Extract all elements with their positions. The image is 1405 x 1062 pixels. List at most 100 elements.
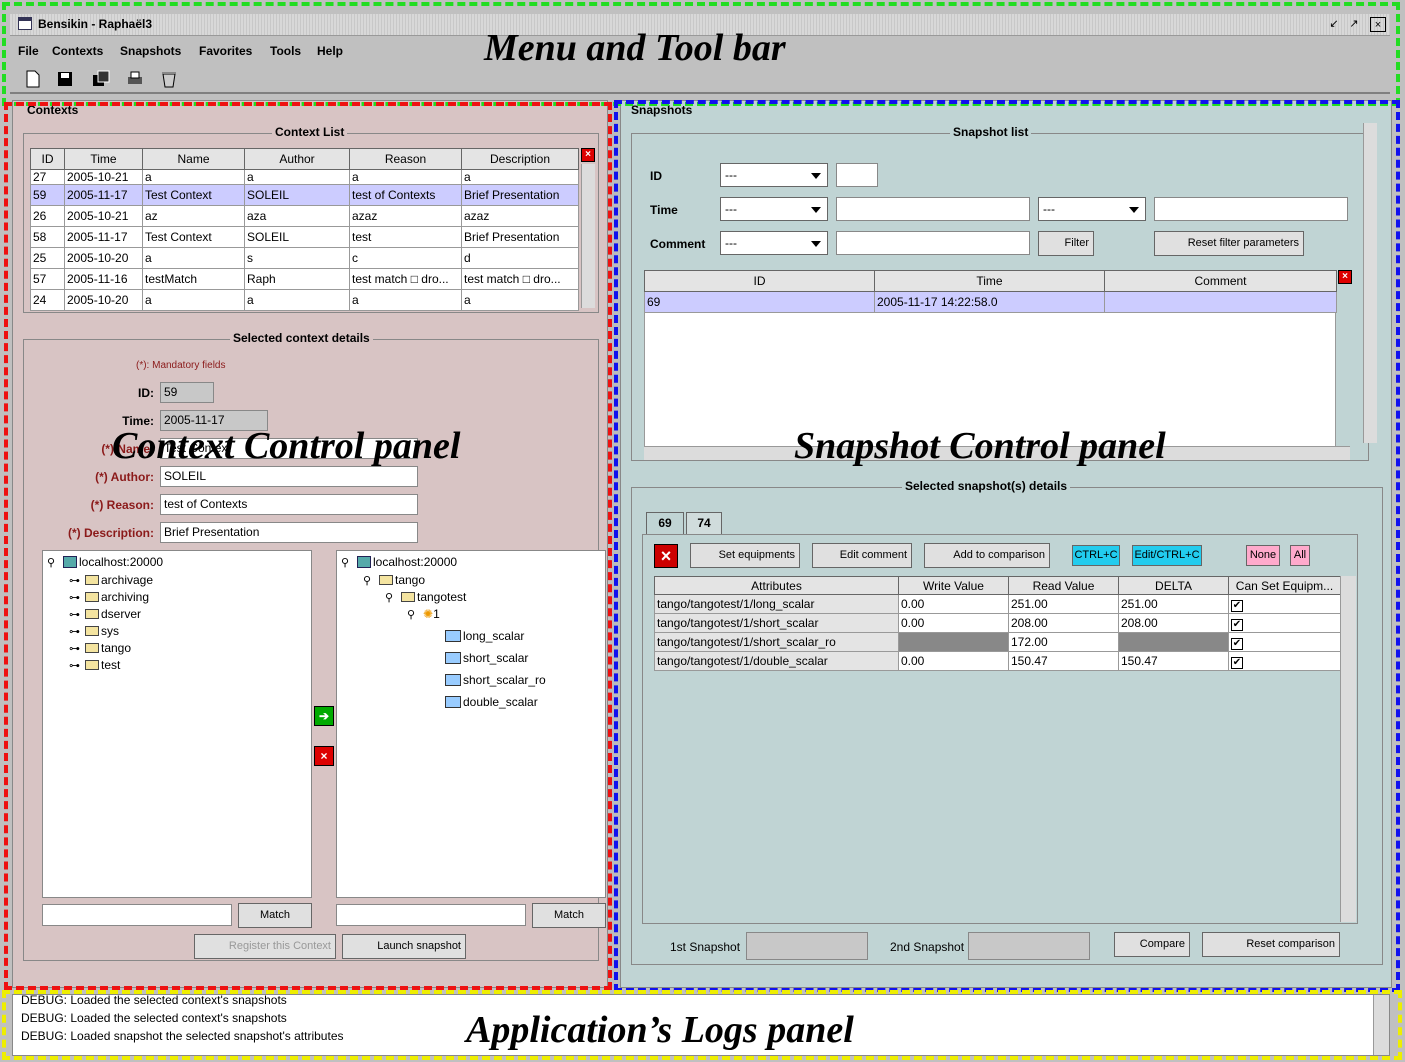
available-attributes-tree[interactable]: ⚲ localhost:20000 ⊶ archivage ⊶ archiving ⊶… (42, 550, 312, 898)
select-none-button[interactable]: None (1246, 545, 1280, 566)
maximize-icon[interactable]: ↗ (1346, 17, 1362, 32)
col-name[interactable]: Name (142, 148, 245, 170)
menu-file[interactable]: File (18, 44, 39, 58)
reset-filter-button[interactable]: Reset filter parameters (1154, 231, 1304, 256)
menu-tools[interactable]: Tools (270, 44, 301, 58)
close-snapshot-table-icon[interactable]: × (1338, 270, 1352, 284)
table-row[interactable]: 27 2005-10-21 a a a a (30, 169, 579, 185)
col-reason[interactable]: Reason (349, 148, 462, 170)
checkbox[interactable]: ✔ (1231, 656, 1243, 669)
context-attributes-tree[interactable]: ⚲ localhost:20000 ⚲ tango ⚲ tangotest ⚲ ✺1 l… (336, 550, 606, 898)
tree-node[interactable]: ⊶ sys (69, 624, 119, 638)
delete-snapshot-icon[interactable]: × (654, 544, 678, 568)
filter-id-input[interactable] (836, 163, 878, 187)
print-icon[interactable] (126, 70, 144, 88)
new-file-icon[interactable] (24, 70, 42, 88)
tab-snapshot-69[interactable]: 69 (646, 512, 684, 534)
table-row[interactable]: tango/tangotest/1/short_scalar_ro 172.00 ✔ (654, 632, 1341, 652)
table-row[interactable]: tango/tangotest/1/long_scalar 0.00 251.00 2… (654, 594, 1341, 614)
table-row[interactable]: tango/tangotest/1/short_scalar 0.00 208.00… (654, 613, 1341, 633)
col-author[interactable]: Author (244, 148, 350, 170)
table-row[interactable]: 25 2005-10-20 a s c d (30, 247, 579, 269)
remove-attribute-icon[interactable]: × (314, 746, 334, 766)
table-row[interactable]: tango/tangotest/1/double_scalar 0.00 150.4… (654, 651, 1341, 671)
tree-node[interactable]: ⚲ tango (363, 573, 425, 587)
tree-node[interactable]: ⊶ dserver (69, 607, 141, 621)
table-row[interactable]: 24 2005-10-20 a a a a (30, 289, 579, 311)
select-all-button[interactable]: All (1290, 545, 1310, 566)
col-can-set-equipment[interactable]: Can Set Equipm... (1228, 576, 1341, 595)
reset-comparison-button[interactable]: Reset comparison (1202, 932, 1340, 957)
left-match-input[interactable] (42, 904, 232, 926)
tab-snapshot-74[interactable]: 74 (686, 512, 722, 534)
tree-leaf[interactable]: short_scalar (445, 651, 528, 665)
table-row[interactable]: 57 2005-11-16 testMatch Raph test match □ dr… (30, 268, 579, 290)
compare-button[interactable]: Compare (1114, 932, 1190, 957)
tree-leaf[interactable]: short_scalar_ro (445, 673, 546, 687)
tree-node[interactable]: ⚲ ✺1 (407, 607, 440, 621)
table-row[interactable]: 69 2005-11-17 14:22:58.0 (644, 291, 1337, 313)
tree-node[interactable]: ⊶ archivage (69, 573, 153, 587)
col-read-value[interactable]: Read Value (1008, 576, 1119, 595)
close-icon[interactable]: × (1370, 17, 1386, 32)
tree-leaf[interactable]: double_scalar (445, 695, 538, 709)
tree-node[interactable]: ⊶ tango (69, 641, 131, 655)
col-write-value[interactable]: Write Value (898, 576, 1009, 595)
logs-scrollbar[interactable] (1373, 995, 1389, 1055)
set-equipments-button[interactable]: Set equipments (690, 543, 800, 568)
menu-favorites[interactable]: Favorites (199, 44, 252, 58)
checkbox[interactable]: ✔ (1231, 618, 1243, 631)
table-row[interactable]: 58 2005-11-17 Test Context SOLEIL test Brief … (30, 226, 579, 248)
checkbox[interactable]: ✔ (1231, 599, 1243, 612)
col-snap-id[interactable]: ID (644, 270, 875, 292)
filter-id-operator[interactable]: --- (720, 163, 828, 187)
menu-help[interactable]: Help (317, 44, 343, 58)
filter-time-input-2[interactable] (1154, 197, 1348, 221)
filter-time-operator-2[interactable]: --- (1038, 197, 1146, 221)
launch-snapshot-button[interactable]: Launch snapshot (342, 934, 466, 959)
right-match-button[interactable]: Match (532, 903, 606, 928)
save-all-icon[interactable] (92, 70, 110, 88)
tree-leaf[interactable]: long_scalar (445, 629, 524, 643)
edit-comment-button[interactable]: Edit comment (812, 543, 912, 568)
col-snap-time[interactable]: Time (874, 270, 1105, 292)
ctrl-c-button[interactable]: CTRL+C (1072, 545, 1120, 566)
filter-comment-input[interactable] (836, 231, 1030, 255)
tree-node[interactable]: ⚲ tangotest (385, 590, 466, 604)
left-match-button[interactable]: Match (238, 903, 312, 928)
col-description[interactable]: Description (461, 148, 579, 170)
filter-time-operator-1[interactable]: --- (720, 197, 828, 221)
col-time[interactable]: Time (64, 148, 143, 170)
tree-node[interactable]: ⊶ test (69, 658, 120, 672)
tree-root[interactable]: ⚲ localhost:20000 (341, 555, 457, 569)
edit-ctrl-c-button[interactable]: Edit/CTRL+C (1132, 545, 1202, 566)
col-snap-comment[interactable]: Comment (1104, 270, 1337, 292)
menu-snapshots[interactable]: Snapshots (120, 44, 181, 58)
table-row[interactable]: 59 2005-11-17 Test Context SOLEIL test of Co… (30, 184, 579, 206)
vertical-splitter[interactable] (610, 100, 620, 988)
filter-button[interactable]: Filter (1038, 231, 1094, 256)
trash-icon[interactable] (160, 70, 178, 88)
filter-time-input-1[interactable] (836, 197, 1030, 221)
close-table-icon[interactable]: × (581, 148, 595, 162)
author-field[interactable]: SOLEIL (160, 466, 418, 487)
snapshot-list-vscrollbar[interactable] (1363, 123, 1377, 443)
add-to-comparison-button[interactable]: Add to comparison (924, 543, 1050, 568)
add-attribute-arrow-icon[interactable]: ➔ (314, 706, 334, 726)
col-attributes[interactable]: Attributes (654, 576, 899, 595)
save-icon[interactable] (56, 70, 74, 88)
register-context-button[interactable]: Register this Context (194, 934, 336, 959)
tree-root[interactable]: ⚲ localhost:20000 (47, 555, 163, 569)
description-field[interactable]: Brief Presentation (160, 522, 418, 543)
col-id[interactable]: ID (30, 148, 65, 170)
minimize-icon[interactable]: ↙ (1326, 17, 1342, 32)
table-row[interactable]: 26 2005-10-21 az aza azaz azaz (30, 205, 579, 227)
checkbox[interactable]: ✔ (1231, 637, 1243, 650)
context-list-scrollbar[interactable] (581, 164, 595, 308)
filter-comment-operator[interactable]: --- (720, 231, 828, 255)
menu-contexts[interactable]: Contexts (52, 44, 103, 58)
attributes-scrollbar[interactable] (1340, 576, 1356, 922)
tree-node[interactable]: ⊶ archiving (69, 590, 149, 604)
col-delta[interactable]: DELTA (1118, 576, 1229, 595)
right-match-input[interactable] (336, 904, 526, 926)
